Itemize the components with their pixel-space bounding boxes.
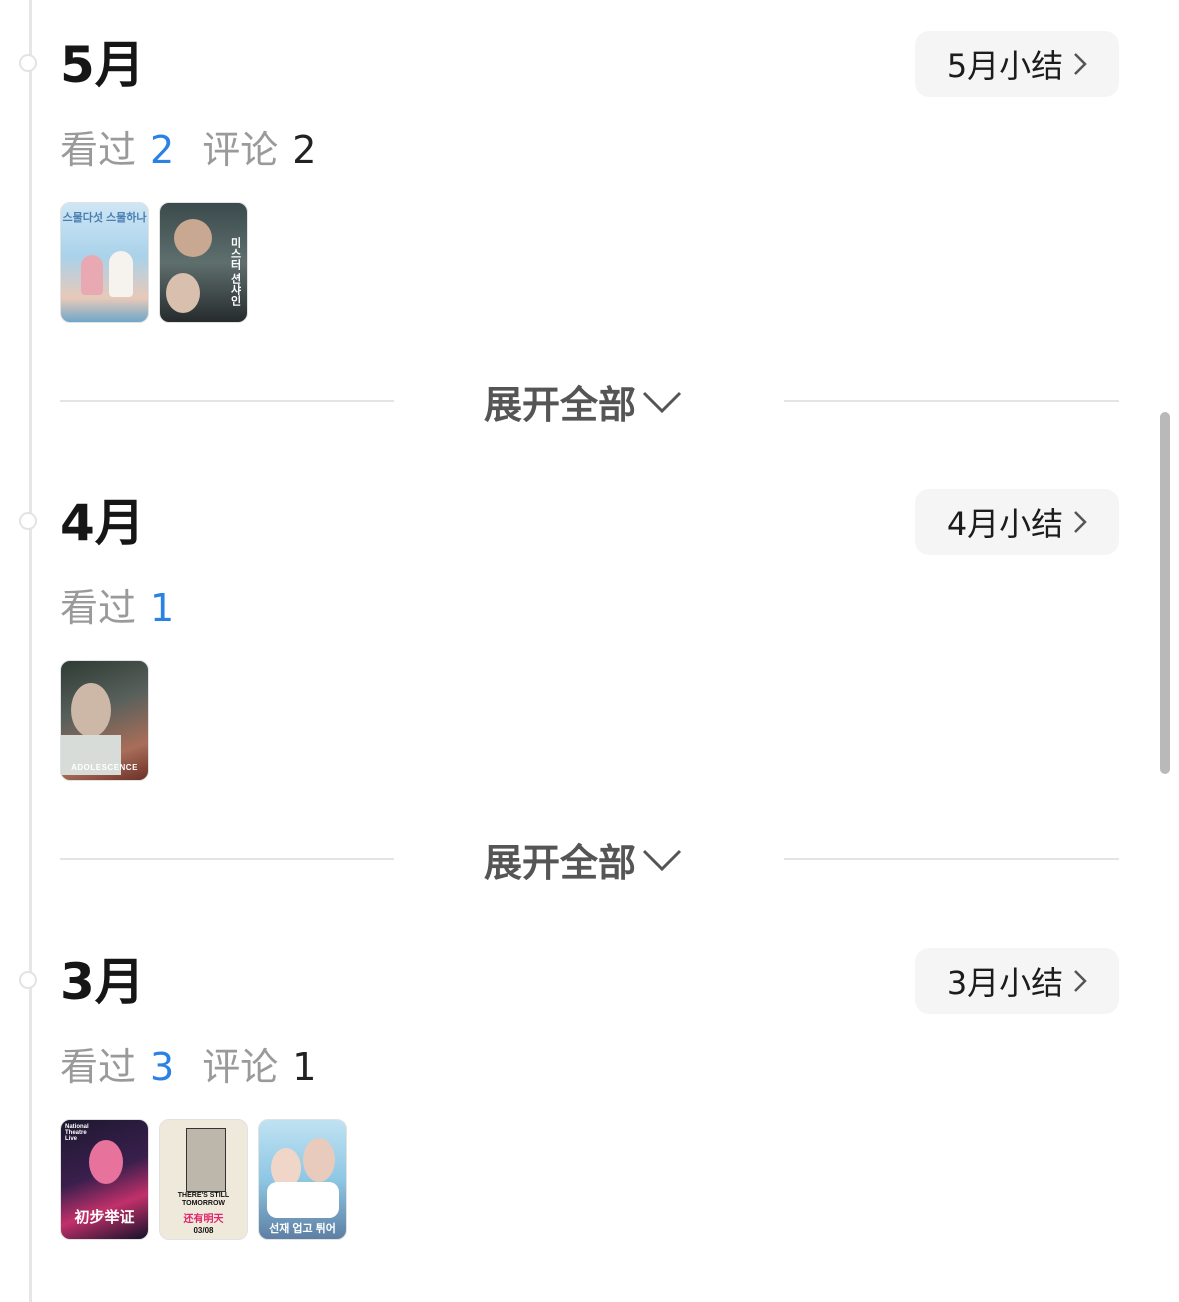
chevron-down-icon: [642, 849, 682, 871]
chevron-down-icon: [642, 391, 682, 413]
summary-label: 5月小结: [946, 47, 1064, 85]
divider: [784, 858, 1119, 860]
chevron-right-icon: [1074, 511, 1087, 533]
expand-all-button[interactable]: 展开全部: [484, 374, 682, 429]
divider: [60, 400, 394, 402]
watched-count[interactable]: 2: [150, 122, 174, 178]
month-summary-button[interactable]: 4月小结: [915, 489, 1119, 555]
timeline-dot: [19, 512, 37, 530]
poster-mr-sunshine[interactable]: 미스터 션샤인: [159, 202, 248, 323]
watched-label: 看过: [60, 128, 137, 172]
month-summary-button[interactable]: 3月小结: [915, 948, 1119, 1014]
chevron-right-icon: [1074, 53, 1087, 75]
review-label: 评论: [202, 1045, 279, 1089]
review-count: 2: [292, 128, 317, 172]
summary-label: 3月小结: [946, 964, 1064, 1002]
expand-label: 展开全部: [484, 383, 637, 427]
poster-theres-still-tomorrow[interactable]: THERE'S STILL TOMORROW 还有明天 03/08: [159, 1119, 248, 1240]
expand-label: 展开全部: [484, 841, 637, 885]
timeline-dot: [19, 54, 37, 72]
expand-row: 展开全部: [60, 370, 1119, 430]
month-title: 4月: [60, 494, 145, 552]
poster-list: National Theatre Live 初步举证 THERE'S STILL…: [60, 1119, 347, 1240]
month-title: 5月: [60, 36, 145, 94]
review-count: 1: [292, 1045, 317, 1089]
poster-list: ADOLESCENCE: [60, 660, 149, 781]
timeline-dot: [19, 971, 37, 989]
watched-label: 看过: [60, 1045, 137, 1089]
divider: [60, 858, 394, 860]
month-section-april: 4月 4月小结 看过 1 ADOLESCENCE 展开全部: [0, 458, 1179, 885]
month-stats: 看过 3 评论 1: [60, 1039, 316, 1095]
watched-count[interactable]: 3: [150, 1039, 174, 1095]
poster-list: 스물다섯 스물하나 미스터 션샤인: [60, 202, 248, 323]
month-stats: 看过 2 评论 2: [60, 122, 316, 178]
poster-twenty-five-twenty-one[interactable]: 스물다섯 스물하나: [60, 202, 149, 323]
month-section-may: 5月 5月小结 看过 2 评论 2 스물다섯 스물하나 미스터 션샤인 展开全部: [0, 0, 1179, 427]
chevron-right-icon: [1074, 970, 1087, 992]
month-section-march: 3月 3月小结 看过 3 评论 1 National Theatre Live …: [0, 917, 1179, 1240]
month-stats: 看过 1: [60, 580, 202, 636]
watched-label: 看过: [60, 586, 137, 630]
divider: [784, 400, 1119, 402]
summary-label: 4月小结: [946, 505, 1064, 543]
month-summary-button[interactable]: 5月小结: [915, 31, 1119, 97]
poster-adolescence[interactable]: ADOLESCENCE: [60, 660, 149, 781]
expand-row: 展开全部: [60, 828, 1119, 888]
watched-count[interactable]: 1: [150, 580, 174, 636]
poster-prima-facie[interactable]: National Theatre Live 初步举证: [60, 1119, 149, 1240]
poster-lovely-runner[interactable]: 선재 업고 튀어: [258, 1119, 347, 1240]
month-title: 3月: [60, 953, 145, 1011]
expand-all-button[interactable]: 展开全部: [484, 832, 682, 887]
review-label: 评论: [202, 128, 279, 172]
